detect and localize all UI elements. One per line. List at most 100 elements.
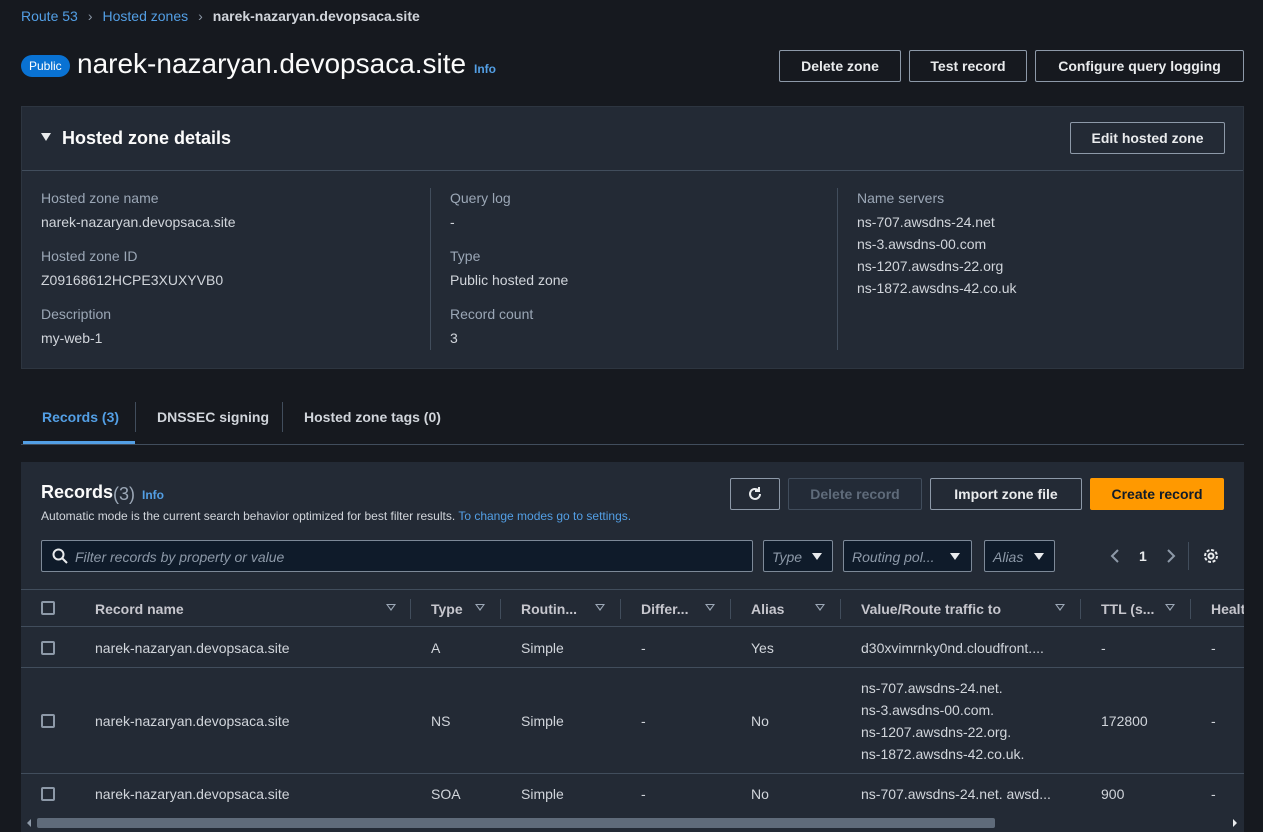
delete-zone-button[interactable]: Delete zone bbox=[779, 50, 901, 82]
gear-icon[interactable] bbox=[1202, 547, 1220, 565]
column-header-alias[interactable]: Alias bbox=[751, 601, 784, 617]
table-row[interactable]: narek-nazaryan.devopsaca.site NS Simple … bbox=[21, 668, 1244, 774]
active-tab-indicator bbox=[23, 441, 135, 444]
records-info-link[interactable]: Info bbox=[142, 488, 164, 502]
value-cell: ns-707.awsdns-24.net. bbox=[861, 680, 1003, 696]
alias-filter-select[interactable]: Alias bbox=[984, 540, 1055, 572]
test-record-button[interactable]: Test record bbox=[909, 50, 1027, 82]
routing-cell: Simple bbox=[521, 713, 564, 729]
column-header-differentiator[interactable]: Differ... bbox=[641, 601, 688, 617]
type-label: Type bbox=[450, 248, 481, 264]
routing-cell: Simple bbox=[521, 640, 564, 656]
routing-filter-label: Routing pol... bbox=[852, 549, 935, 565]
scroll-left-icon[interactable] bbox=[25, 818, 33, 828]
description-value: my-web-1 bbox=[41, 330, 103, 346]
edit-hosted-zone-button[interactable]: Edit hosted zone bbox=[1070, 122, 1225, 154]
column-header-record-name[interactable]: Record name bbox=[95, 601, 184, 617]
configure-query-logging-button[interactable]: Configure query logging bbox=[1035, 50, 1244, 82]
record-count-label: Record count bbox=[450, 306, 534, 322]
column-header-health[interactable]: Healt bbox=[1211, 601, 1244, 617]
record-type-cell: SOA bbox=[431, 786, 461, 802]
breadcrumb-hosted-zones-link[interactable]: Hosted zones bbox=[103, 8, 189, 24]
value-cell: ns-3.awsdns-00.com. bbox=[861, 702, 995, 718]
column-header-routing[interactable]: Routin... bbox=[521, 601, 577, 617]
sort-icon[interactable] bbox=[1165, 604, 1175, 611]
type-filter-select[interactable]: Type bbox=[763, 540, 833, 572]
page-title: narek-nazaryan.devopsaca.site bbox=[77, 48, 467, 79]
chevron-right-icon[interactable] bbox=[1166, 548, 1176, 564]
filter-records-input[interactable]: Filter records by property or value bbox=[41, 540, 753, 572]
select-all-checkbox[interactable] bbox=[41, 601, 55, 615]
description-label: Description bbox=[41, 306, 112, 322]
chevron-left-icon[interactable] bbox=[1110, 548, 1120, 564]
column-divider bbox=[430, 188, 431, 350]
delete-record-button[interactable]: Delete record bbox=[788, 478, 922, 510]
sort-icon[interactable] bbox=[815, 604, 825, 611]
tab-dnssec-signing[interactable]: DNSSEC signing bbox=[157, 409, 269, 425]
record-name-cell: narek-nazaryan.devopsaca.site bbox=[95, 713, 290, 729]
column-divider[interactable] bbox=[410, 599, 411, 619]
column-header-type[interactable]: Type bbox=[431, 601, 463, 617]
alias-cell: No bbox=[751, 713, 769, 729]
zone-id-label: Hosted zone ID bbox=[41, 248, 138, 264]
routing-policy-filter-select[interactable]: Routing pol... bbox=[843, 540, 972, 572]
info-link[interactable]: Info bbox=[474, 62, 496, 76]
row-checkbox[interactable] bbox=[41, 714, 55, 728]
column-divider[interactable] bbox=[840, 599, 841, 619]
tabs-divider bbox=[21, 444, 1244, 445]
row-checkbox[interactable] bbox=[41, 787, 55, 801]
column-divider[interactable] bbox=[1190, 599, 1191, 619]
table-row[interactable]: narek-nazaryan.devopsaca.site SOA Simple… bbox=[21, 774, 1244, 815]
breadcrumb-current: narek-nazaryan.devopsaca.site bbox=[212, 8, 420, 24]
value-cell: ns-1872.awsdns-42.co.uk. bbox=[861, 746, 1025, 762]
refresh-button[interactable] bbox=[730, 478, 780, 510]
alias-filter-label: Alias bbox=[993, 549, 1024, 565]
chevron-right-icon: › bbox=[198, 8, 203, 24]
row-checkbox[interactable] bbox=[41, 641, 55, 655]
column-divider[interactable] bbox=[730, 599, 731, 619]
caret-down-icon bbox=[812, 553, 822, 560]
change-modes-link[interactable]: To change modes go to settings. bbox=[458, 509, 631, 523]
value-cell: d30xvimrnky0nd.cloudfront.... bbox=[861, 640, 1044, 656]
name-server-item: ns-3.awsdns-00.com bbox=[857, 236, 987, 252]
column-divider[interactable] bbox=[620, 599, 621, 619]
scroll-right-icon[interactable] bbox=[1231, 818, 1239, 828]
column-header-ttl[interactable]: TTL (s... bbox=[1101, 601, 1154, 617]
differentiator-cell: - bbox=[641, 713, 646, 729]
record-count-value: 3 bbox=[450, 330, 458, 346]
tab-records[interactable]: Records (3) bbox=[42, 409, 119, 425]
sort-icon[interactable] bbox=[475, 604, 485, 611]
records-table-header: Record name Type Routin... Differ... Ali… bbox=[21, 589, 1244, 627]
scrollbar-thumb[interactable] bbox=[37, 818, 995, 828]
caret-down-icon[interactable] bbox=[41, 133, 51, 141]
column-divider[interactable] bbox=[500, 599, 501, 619]
panel-title: Hosted zone details bbox=[62, 128, 232, 148]
create-record-button[interactable]: Create record bbox=[1090, 478, 1224, 510]
record-type-cell: A bbox=[431, 640, 441, 656]
sort-icon[interactable] bbox=[705, 604, 715, 611]
health-cell: - bbox=[1211, 713, 1216, 729]
sort-icon[interactable] bbox=[595, 604, 605, 611]
name-server-item: ns-1872.awsdns-42.co.uk bbox=[857, 280, 1017, 296]
caret-down-icon bbox=[950, 553, 960, 560]
type-filter-label: Type bbox=[772, 549, 803, 565]
records-description-text: Automatic mode is the current search beh… bbox=[41, 509, 456, 523]
current-page[interactable]: 1 bbox=[1139, 548, 1147, 564]
query-log-label: Query log bbox=[450, 190, 511, 206]
search-icon bbox=[52, 548, 68, 564]
name-servers-label: Name servers bbox=[857, 190, 945, 206]
panel-header[interactable]: Hosted zone details Edit hosted zone bbox=[22, 107, 1243, 171]
sort-icon[interactable] bbox=[1055, 604, 1065, 611]
column-header-value[interactable]: Value/Route traffic to bbox=[861, 601, 1001, 617]
zone-name-value: narek-nazaryan.devopsaca.site bbox=[41, 214, 236, 230]
import-zone-file-button[interactable]: Import zone file bbox=[930, 478, 1082, 510]
sort-icon[interactable] bbox=[386, 604, 396, 611]
alias-cell: No bbox=[751, 786, 769, 802]
table-row[interactable]: narek-nazaryan.devopsaca.site A Simple -… bbox=[21, 627, 1244, 668]
tab-hosted-zone-tags[interactable]: Hosted zone tags (0) bbox=[304, 409, 441, 425]
records-panel: Records (3) Info Automatic mode is the c… bbox=[21, 462, 1244, 832]
breadcrumb-route53-link[interactable]: Route 53 bbox=[21, 8, 78, 24]
column-divider[interactable] bbox=[1080, 599, 1081, 619]
routing-cell: Simple bbox=[521, 786, 564, 802]
records-title: Records bbox=[41, 482, 114, 502]
